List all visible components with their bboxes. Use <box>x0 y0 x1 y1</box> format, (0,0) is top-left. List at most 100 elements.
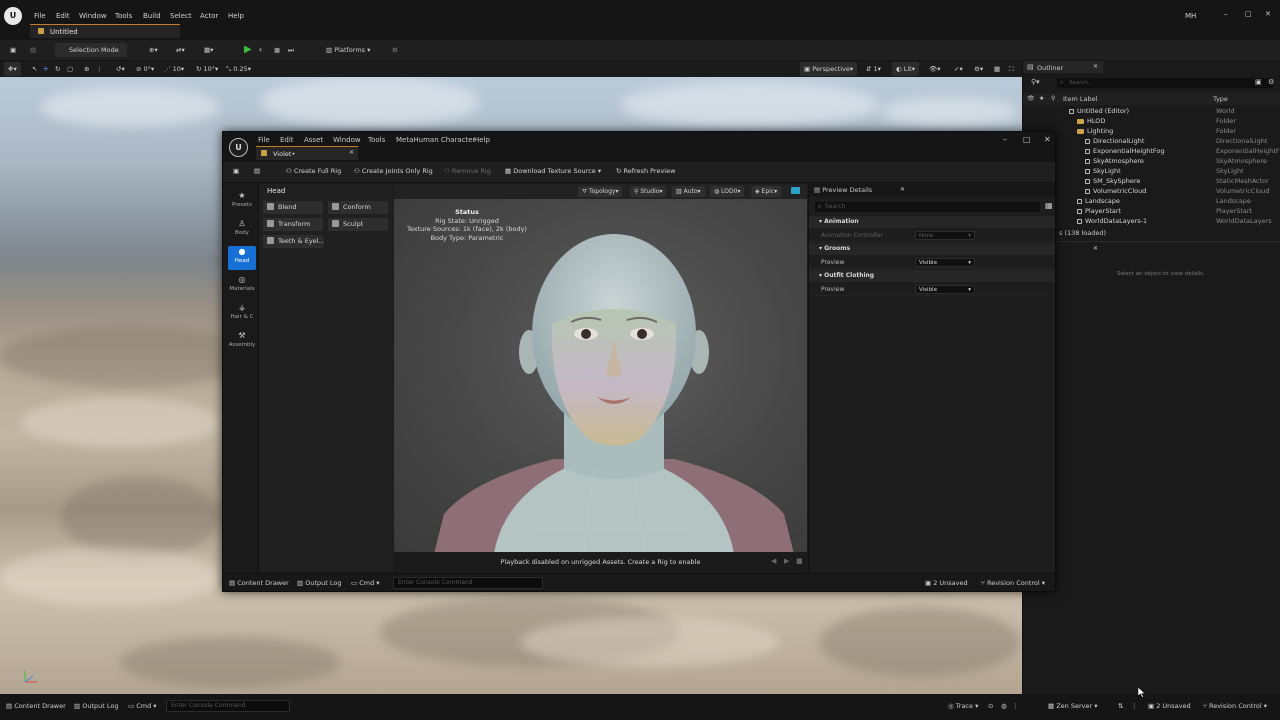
outliner-row[interactable]: Landscape Landscape <box>1023 196 1275 206</box>
menu-window[interactable]: Window <box>79 12 107 20</box>
auto-button[interactable]: ▥ Auto▾ <box>672 186 705 197</box>
record-icon[interactable]: ⊙ <box>988 702 993 710</box>
stop-icon[interactable]: ■ <box>796 557 803 565</box>
more-icon[interactable]: ⋮ <box>1012 702 1019 710</box>
cinematics-icon[interactable]: ▦▾ <box>200 43 217 57</box>
sidebar-item-hair[interactable]: ⚶ Hair & C <box>228 302 256 326</box>
transform-menu-icon[interactable]: ✥▾ <box>4 62 21 76</box>
remove-rig-button[interactable]: ⚇ Remove Rig <box>444 167 491 175</box>
viewport-settings-icon[interactable]: ⚙▾ <box>970 62 987 76</box>
section-animation[interactable]: ▾ Animation <box>809 216 1055 228</box>
create-joints-rig-button[interactable]: ⚇ Create Joints Only Rig <box>354 167 433 175</box>
menu-actor[interactable]: Actor <box>200 12 218 20</box>
menu-help[interactable]: Help <box>228 12 244 20</box>
save-icon[interactable]: ▣ <box>233 167 239 175</box>
play-icon[interactable]: ▶ <box>784 557 789 565</box>
browse-icon[interactable]: ▤ <box>254 167 260 175</box>
lit-button[interactable]: ◐ Lit▾ <box>892 62 919 76</box>
user-initials[interactable]: MH <box>1185 12 1196 20</box>
character-preview-viewport[interactable]: ⛛ Topology▾ ⚲ Studio▾ ▥ Auto▾ ◍ LOD0▾ ◈ … <box>394 184 807 552</box>
preview-settings-icon[interactable] <box>791 187 800 194</box>
outliner-row[interactable]: Lighting Folder <box>1023 126 1275 136</box>
outliner-row[interactable]: Untitled (Editor) World <box>1023 106 1275 116</box>
section-outfit-clothing[interactable]: ▾ Outfit Clothing <box>809 270 1055 282</box>
topology-button[interactable]: ⛛ Topology▾ <box>578 186 623 197</box>
selection-mode-button[interactable]: Selection Mode ▾ <box>55 43 127 68</box>
sidebar-item-head[interactable]: ● Head <box>228 246 256 270</box>
outliner-row[interactable]: VolumetricCloud VolumetricCloud <box>1023 186 1275 196</box>
play-icon[interactable]: ▶ <box>240 43 256 57</box>
camera-icon[interactable]: ◍ <box>1001 702 1007 710</box>
outliner-row[interactable]: HLOD Folder <box>1023 116 1275 126</box>
unsaved-button[interactable]: ▣ 2 Unsaved <box>1148 702 1191 710</box>
details-search-input[interactable]: ⌕ Search <box>815 202 1040 212</box>
blueprint-icon[interactable]: ⇄▾ <box>172 43 189 57</box>
outliner-row[interactable]: SM_SkySphere StaticMeshActor <box>1023 176 1275 186</box>
mh-menu-tools[interactable]: Tools <box>368 136 385 144</box>
stop-icon[interactable]: ■ <box>270 43 284 57</box>
show-flags-icon[interactable]: 👁▾ <box>925 62 945 76</box>
derived-data-icon[interactable]: ⇅ <box>1118 702 1123 710</box>
sidebar-item-presets[interactable]: ★ Presets <box>228 190 256 214</box>
scale-tool-icon[interactable]: ▢ <box>63 62 77 76</box>
mh-minimize-icon[interactable]: – <box>1003 135 1007 144</box>
prev-frame-icon[interactable]: ◀ <box>771 557 776 565</box>
content-drawer-button[interactable]: ▤ Content Drawer <box>229 579 289 587</box>
menu-tools[interactable]: Tools <box>115 12 132 20</box>
maximize-viewport-icon[interactable]: ⛶ <box>1005 62 1018 76</box>
tab-close-icon[interactable]: ✕ <box>349 149 354 156</box>
console-input[interactable]: Enter Console Command <box>393 577 543 589</box>
outliner-row[interactable]: SkyLight SkyLight <box>1023 166 1275 176</box>
refresh-preview-button[interactable]: ↻ Refresh Preview <box>616 167 675 175</box>
angle-snap-button[interactable]: ⊘ 0°▾ <box>132 62 158 76</box>
quality-button[interactable]: ◈ Epic▾ <box>751 186 782 197</box>
content-drawer-button[interactable]: ▤ Content Drawer <box>6 702 66 710</box>
teeth-eyelashes-tool-button[interactable]: Teeth & Eyel... <box>263 235 325 248</box>
outfit-preview-select[interactable]: Visible ▾ <box>915 285 975 294</box>
outliner-search-input[interactable]: ⌕ Search... <box>1057 78 1273 88</box>
console-input[interactable]: Enter Console Command <box>166 700 290 712</box>
mh-close-icon[interactable]: ✕ <box>1044 135 1051 144</box>
col-item-label[interactable]: Item Label <box>1063 95 1097 103</box>
menu-select[interactable]: Select <box>170 12 192 20</box>
browse-icon[interactable]: ▤ <box>26 43 40 57</box>
star-icon[interactable]: ★ <box>1039 95 1044 102</box>
settings-icon[interactable]: ⚙ <box>388 43 402 57</box>
outliner-row[interactable]: SkyAtmosphere SkyAtmosphere <box>1023 156 1275 166</box>
mh-menu-file[interactable]: File <box>258 136 270 144</box>
outliner-row[interactable]: ExponentialHeightFog ExponentialHeightF <box>1023 146 1280 156</box>
revision-control-button[interactable]: ⑂ Revision Control ▾ <box>1203 702 1267 710</box>
level-tab[interactable]: Untitled <box>30 24 180 38</box>
sidebar-item-body[interactable]: ♙ Body <box>228 218 256 242</box>
lod-button[interactable]: ◍ LOD0▾ <box>710 186 745 197</box>
mh-maximize-icon[interactable]: □ <box>1023 135 1031 144</box>
grid-view-icon[interactable]: ▦ <box>1045 201 1053 210</box>
col-type[interactable]: Type <box>1213 95 1228 103</box>
outliner-settings-icon[interactable]: ⚙ <box>1268 78 1274 86</box>
add-actor-icon[interactable]: ⊕▾ <box>145 43 162 57</box>
create-full-rig-button[interactable]: ⚇ Create Full Rig <box>286 167 341 175</box>
outliner-row[interactable]: PlayerStart PlayerStart <box>1023 206 1275 216</box>
unsaved-button[interactable]: ▣ 2 Unsaved <box>925 579 968 587</box>
mh-menu-help[interactable]: Help <box>474 136 490 144</box>
visibility-icon[interactable]: 👁 <box>1027 95 1035 102</box>
layout-icon[interactable]: ▦ <box>990 62 1004 76</box>
filter-icon[interactable]: ⚲▾ <box>1031 78 1040 86</box>
sidebar-item-materials[interactable]: ◎ Materials <box>228 274 256 298</box>
details-tab[interactable]: ▤ Preview Details <box>814 186 872 194</box>
pin-icon[interactable]: ⚲ <box>1051 95 1055 102</box>
add-folder-icon[interactable]: ▣ <box>1255 78 1262 86</box>
mh-menu-metahuman-character[interactable]: MetaHuman Character <box>396 136 475 144</box>
transform-tool-button[interactable]: Transform <box>263 218 323 231</box>
outliner-row[interactable]: DirectionalLight DirectionalLight <box>1023 136 1275 146</box>
output-log-button[interactable]: ▥ Output Log <box>74 702 118 710</box>
studio-button[interactable]: ⚲ Studio▾ <box>630 186 667 197</box>
mh-menu-asset[interactable]: Asset <box>304 136 323 144</box>
details-close-icon[interactable]: ✕ <box>900 186 905 193</box>
menu-file[interactable]: File <box>34 12 46 20</box>
scalability-icon[interactable]: ✓▾ <box>950 62 967 76</box>
menu-edit[interactable]: Edit <box>56 12 70 20</box>
platforms-button[interactable]: ▥ Platforms ▾ <box>322 43 374 57</box>
close-icon[interactable]: ✕ <box>1265 10 1271 18</box>
maximize-icon[interactable]: □ <box>1245 10 1252 18</box>
